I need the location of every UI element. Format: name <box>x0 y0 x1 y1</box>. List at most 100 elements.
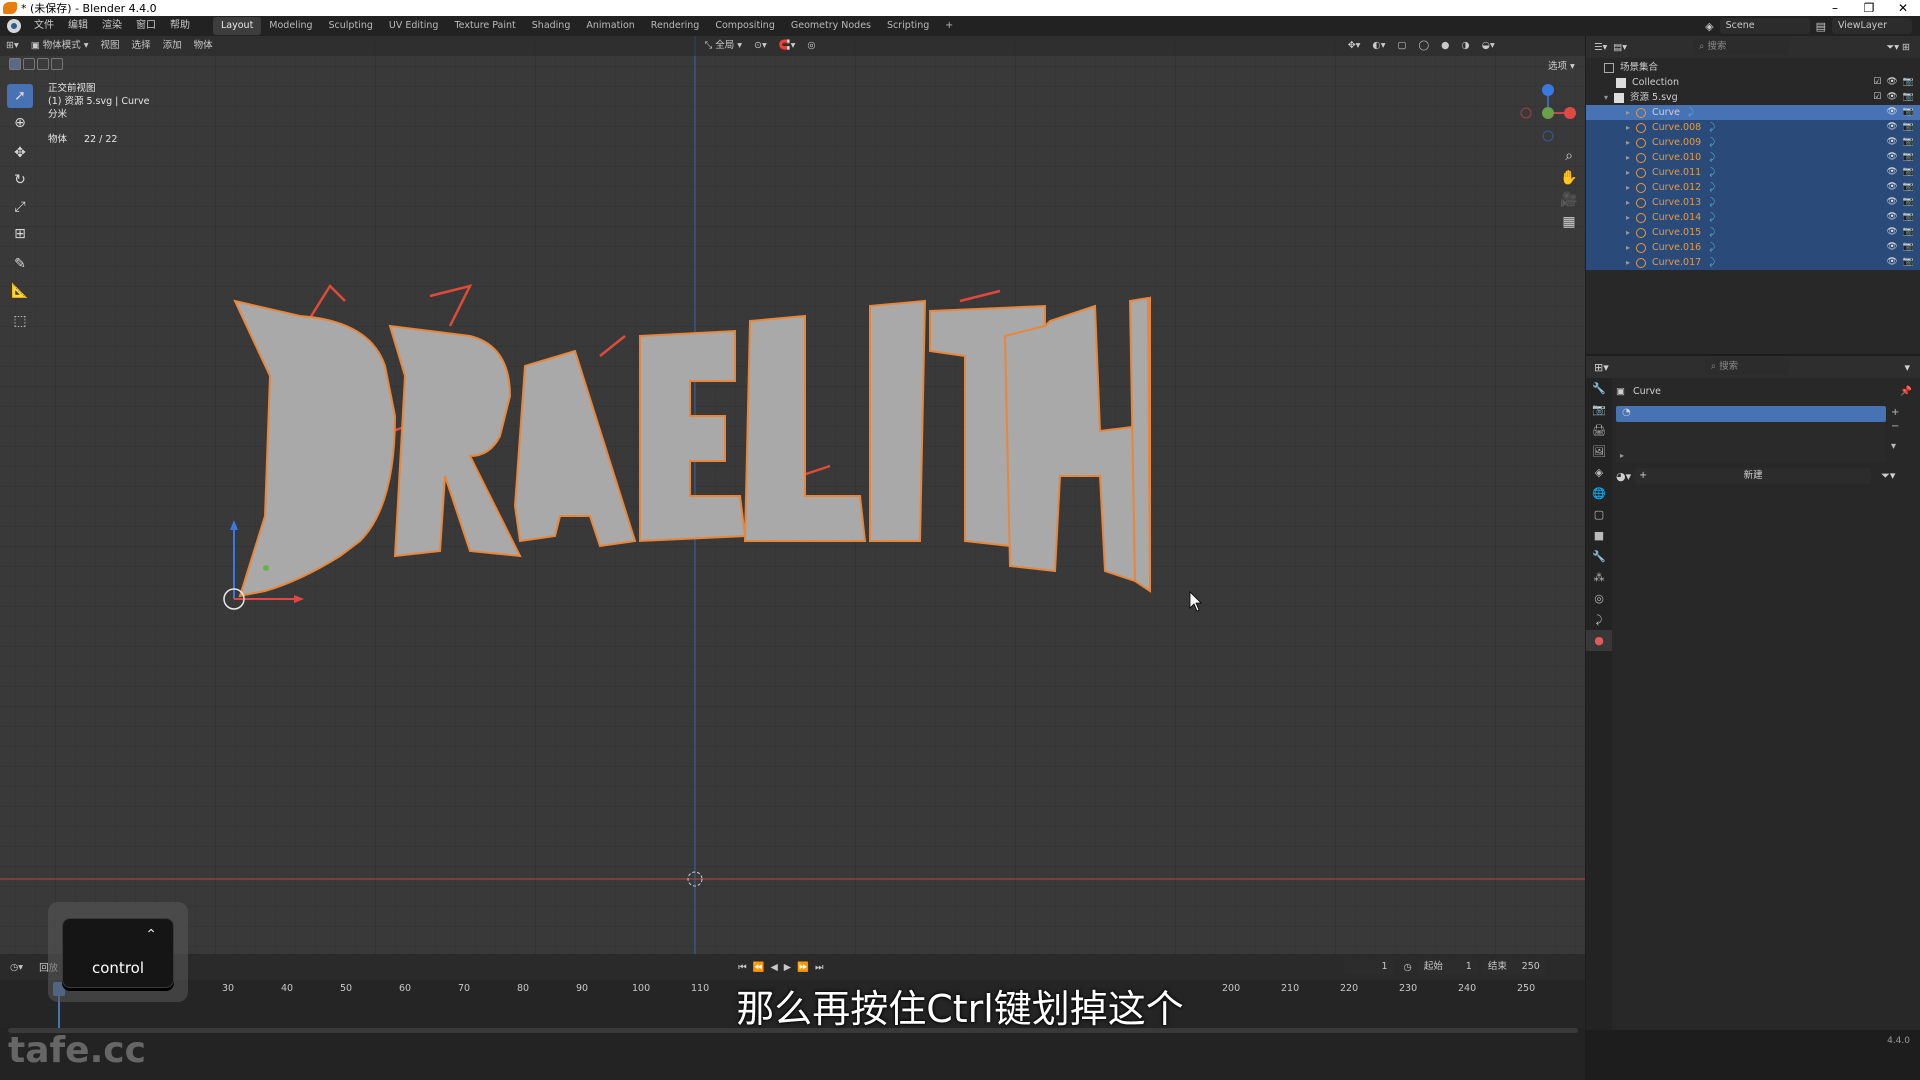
outliner-search-input[interactable]: ⌕ 搜索 <box>1693 39 1790 55</box>
overlays-icon[interactable]: ◐▾ <box>1366 36 1391 56</box>
camera-view-icon[interactable]: 🎥 <box>1556 189 1582 211</box>
camera-icon[interactable]: 📷 <box>1903 180 1914 195</box>
list-expand-icon[interactable]: ▸ <box>1620 451 1624 460</box>
expand-right-icon[interactable]: ▸ <box>1626 135 1636 150</box>
expand-right-icon[interactable]: ▸ <box>1626 225 1636 240</box>
viewport-options-dropdown[interactable]: 选项 ▾ <box>1548 58 1575 72</box>
outliner-row-curve[interactable]: ▸ Curve.013 ⤸ 👁 📷 <box>1586 195 1920 210</box>
material-slot-list-body[interactable]: ▸ <box>1616 422 1886 462</box>
workspace-tab-layout[interactable]: Layout <box>213 17 262 35</box>
menu-edit[interactable]: 编辑 <box>61 16 95 36</box>
node-filter-icon[interactable]: ⏷▾ <box>1881 469 1895 483</box>
new-material-button[interactable]: + 新建 <box>1635 468 1872 484</box>
menu-render[interactable]: 渲染 <box>95 16 129 36</box>
menu-window[interactable]: 窗口 <box>129 16 163 36</box>
workspace-tab-shading[interactable]: Shading <box>524 17 579 35</box>
curve-data-icon[interactable]: ⤸ <box>1709 225 1715 240</box>
view-layer-icon[interactable]: ▤ <box>1816 20 1826 33</box>
modifier-tab-icon[interactable]: 🔧 <box>1586 546 1612 567</box>
outliner-row-curve[interactable]: ▸ Curve.009 ⤸ 👁 📷 <box>1586 135 1920 150</box>
curve-data-icon[interactable]: ⤸ <box>1709 180 1715 195</box>
curve-data-icon[interactable]: ⤸ <box>1709 240 1715 255</box>
zoom-icon[interactable]: ⌕ <box>1556 145 1582 167</box>
camera-icon[interactable]: 📷 <box>1903 210 1914 225</box>
start-frame-field[interactable]: 起始 1 <box>1417 959 1478 975</box>
camera-icon[interactable]: 📷 <box>1903 105 1914 120</box>
expand-right-icon[interactable]: ▸ <box>1626 210 1636 225</box>
maximize-button[interactable]: ❐ <box>1852 0 1886 16</box>
pivot-point-icon[interactable]: ⊙▾ <box>748 36 773 56</box>
expand-right-icon[interactable]: ▸ <box>1626 180 1636 195</box>
outliner-row-curve[interactable]: ▸ Curve.014 ⤸ 👁 📷 <box>1586 210 1920 225</box>
move-tool-icon[interactable]: ✥ <box>7 141 33 165</box>
viewport-menu-select[interactable]: 选择 <box>126 36 157 56</box>
camera-icon[interactable]: 📷 <box>1903 240 1914 255</box>
select-mode-subtract-icon[interactable] <box>37 58 49 70</box>
scene-field[interactable]: Scene <box>1719 18 1810 34</box>
workspace-tab-rendering[interactable]: Rendering <box>643 17 708 35</box>
expand-right-icon[interactable]: ▸ <box>1626 165 1636 180</box>
filter-icon[interactable]: ⏷▾ ⊞ <box>1887 42 1910 53</box>
transform-orientation-dropdown[interactable]: ⤡ 全局 ▾ <box>699 36 748 56</box>
current-frame-field[interactable]: 1 <box>1343 959 1394 975</box>
slot-menu-icon[interactable]: ▾ <box>1891 440 1899 454</box>
camera-icon[interactable]: 📷 <box>1903 255 1914 270</box>
snap-icon[interactable]: 🧲▾ <box>773 36 802 56</box>
outliner-row-curve[interactable]: ▸ Curve ⤸ 👁 📷 <box>1586 105 1920 120</box>
expand-right-icon[interactable]: ▸ <box>1626 150 1636 165</box>
jump-end-icon[interactable]: ⏭ <box>815 962 824 973</box>
eye-icon[interactable]: 👁 <box>1886 255 1897 270</box>
output-tab-icon[interactable]: 🖨 <box>1586 420 1612 441</box>
measure-tool-icon[interactable]: 📐 <box>7 279 33 303</box>
shading-material-icon[interactable]: ◑ <box>1455 36 1475 56</box>
physics-tab-icon[interactable]: ◎ <box>1586 588 1612 609</box>
play-icon[interactable]: ▶ <box>784 962 791 973</box>
outliner-row-curve[interactable]: ▸ Curve.008 ⤸ 👁 📷 <box>1586 120 1920 135</box>
scene-icon[interactable]: ◈ <box>1705 20 1713 33</box>
eye-icon[interactable]: 👁 <box>1886 150 1897 165</box>
select-mode-buttons[interactable] <box>7 58 63 73</box>
proportional-edit-icon[interactable]: ◎ <box>801 36 821 56</box>
3d-viewport[interactable] <box>0 36 1585 954</box>
scale-tool-icon[interactable]: ⤢ <box>7 195 33 219</box>
outliner-row-curve[interactable]: ▸ Curve.017 ⤸ 👁 📷 <box>1586 255 1920 270</box>
scene-tab-icon[interactable]: ◈ <box>1586 462 1612 483</box>
transform-tool-icon[interactable]: ⊞ <box>7 222 33 246</box>
tool-tab-icon[interactable]: 🔧 <box>1586 378 1612 399</box>
mode-selector[interactable]: ▣ 物体模式 ▾ <box>25 36 95 56</box>
end-frame-field[interactable]: 结束 250 <box>1481 959 1546 975</box>
camera-icon[interactable]: 📷 <box>1903 150 1914 165</box>
outliner-row-curve[interactable]: ▸ Curve.011 ⤸ 👁 📷 <box>1586 165 1920 180</box>
workspace-tab-sculpting[interactable]: Sculpting <box>321 17 381 35</box>
eye-icon[interactable]: 👁 <box>1886 165 1897 180</box>
eye-icon[interactable]: 👁 <box>1886 75 1897 90</box>
camera-icon[interactable]: 📷 <box>1903 135 1914 150</box>
properties-editor-icon[interactable]: ⊞▾ <box>1594 361 1609 374</box>
properties-search-input[interactable]: ⌕ 搜索 <box>1704 359 1789 375</box>
play-reverse-icon[interactable]: ◀ <box>770 962 777 973</box>
workspace-tab-compositing[interactable]: Compositing <box>707 17 783 35</box>
next-key-icon[interactable]: ⏩ <box>797 962 809 973</box>
eye-icon[interactable]: 👁 <box>1886 195 1897 210</box>
object-tab-icon[interactable]: ■ <box>1586 525 1612 546</box>
camera-icon[interactable]: 📷 <box>1903 165 1914 180</box>
expand-right-icon[interactable]: ▸ <box>1626 240 1636 255</box>
annotate-tool-icon[interactable]: ✎ <box>7 252 33 276</box>
curve-data-icon[interactable]: ⤸ <box>1709 195 1715 210</box>
add-workspace-icon[interactable]: + <box>937 17 961 35</box>
minimize-button[interactable]: – <box>1818 0 1852 16</box>
workspace-tab-scripting[interactable]: Scripting <box>879 17 937 35</box>
expand-right-icon[interactable]: ▸ <box>1626 105 1636 120</box>
outliner-row-collection[interactable]: Collection ☑ 👁 📷 <box>1586 75 1920 90</box>
curve-data-icon[interactable]: ⤸ <box>1709 210 1715 225</box>
scene-collection-row[interactable]: 场景集合 <box>1586 60 1920 75</box>
eye-icon[interactable]: 👁 <box>1886 180 1897 195</box>
workspace-tab-uv-editing[interactable]: UV Editing <box>381 17 447 35</box>
expand-right-icon[interactable]: ▸ <box>1626 120 1636 135</box>
add-cube-tool-icon[interactable]: ⬚ <box>7 309 33 333</box>
select-mode-new-icon[interactable] <box>9 58 21 70</box>
expand-right-icon[interactable]: ▸ <box>1626 255 1636 270</box>
camera-icon[interactable]: 📷 <box>1903 120 1914 135</box>
eye-icon[interactable]: 👁 <box>1886 120 1897 135</box>
workspace-tab-animation[interactable]: Animation <box>578 17 642 35</box>
